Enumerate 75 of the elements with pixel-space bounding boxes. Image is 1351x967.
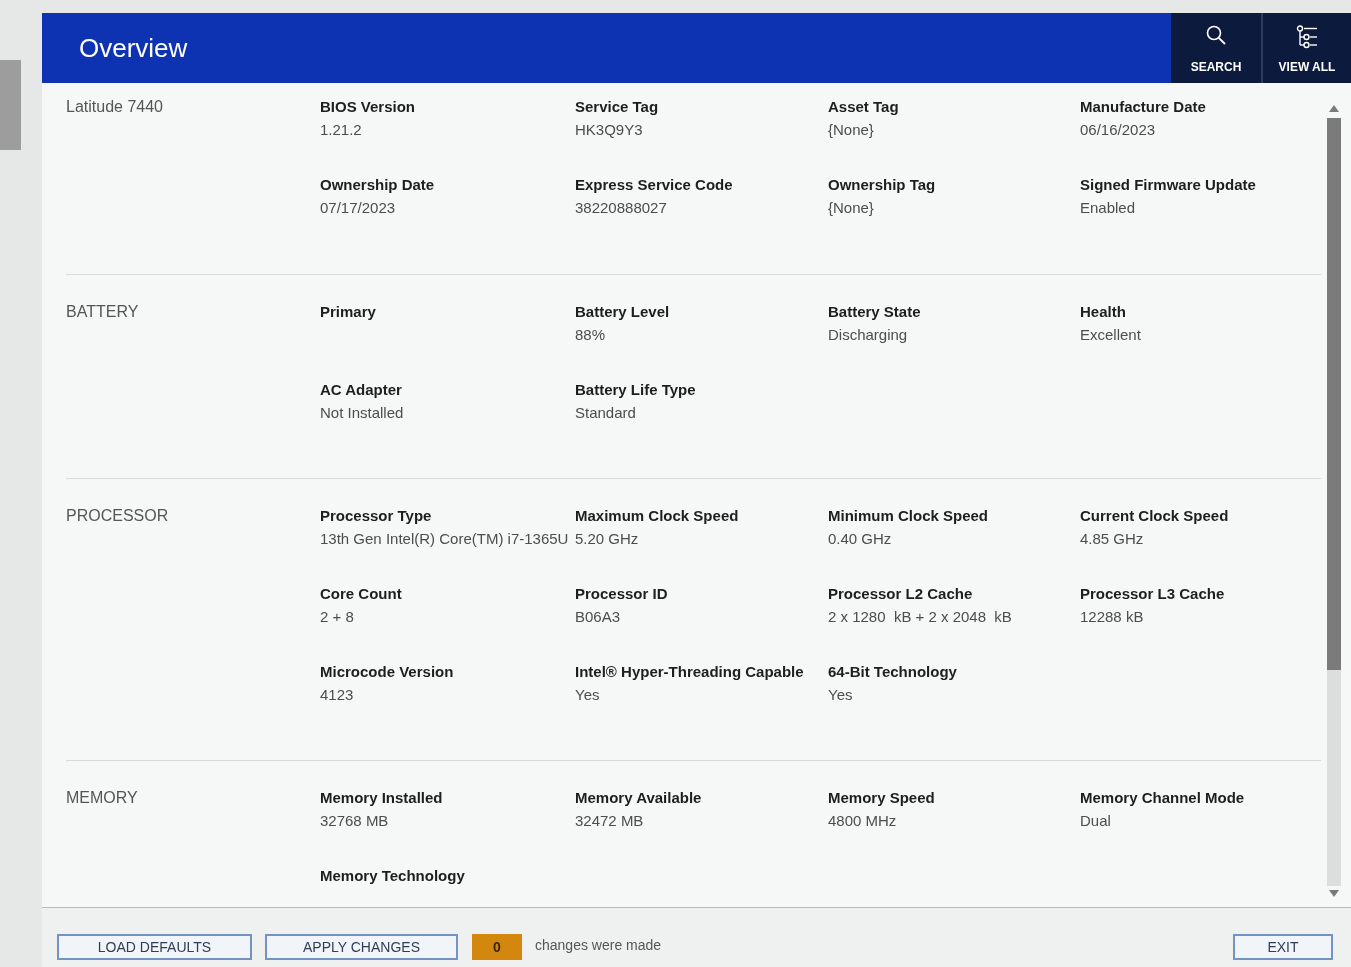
field-value: {None} xyxy=(828,198,874,218)
field-label: BIOS Version xyxy=(320,97,416,117)
scroll-down-icon[interactable] xyxy=(1328,890,1339,897)
field-label: Memory Technology xyxy=(320,866,465,886)
field-label: Memory Installed xyxy=(320,788,443,808)
field-label: Health xyxy=(1080,302,1126,322)
search-button[interactable]: SEARCH xyxy=(1171,13,1261,83)
view-all-button[interactable]: VIEW ALL xyxy=(1261,13,1351,83)
section-title: Latitude 7440 xyxy=(66,97,163,117)
section-title: MEMORY xyxy=(66,788,138,808)
field-value: 07/17/2023 xyxy=(320,198,396,218)
field-label: 64-Bit Technology xyxy=(828,662,957,682)
field-label: Microcode Version xyxy=(320,662,454,682)
field-label: Minimum Clock Speed xyxy=(828,506,989,526)
field-value: 4800 MHz xyxy=(828,811,897,831)
field-label: Core Count xyxy=(320,584,402,604)
field-value: {None} xyxy=(828,120,874,140)
field-label: Manufacture Date xyxy=(1080,97,1206,117)
scrollbar-thumb[interactable] xyxy=(1326,118,1341,670)
field-label: Primary xyxy=(320,302,376,322)
field-label: Intel® Hyper-Threading Capable xyxy=(575,662,804,682)
field-value: Not Installed xyxy=(320,403,404,423)
tree-list-icon xyxy=(1296,25,1318,49)
field-label: Battery Life Type xyxy=(575,380,696,400)
apply-changes-button[interactable]: APPLY CHANGES xyxy=(265,934,458,960)
field-value: 88% xyxy=(575,325,606,345)
field-label: Signed Firmware Update xyxy=(1080,175,1256,195)
section-title: PROCESSOR xyxy=(66,506,169,526)
field-label: Processor Type xyxy=(320,506,432,526)
page-title: Overview xyxy=(79,35,188,61)
field-label: Current Clock Speed xyxy=(1080,506,1229,526)
scroll-up-icon[interactable] xyxy=(1328,105,1339,112)
field-value: 4123 xyxy=(320,685,354,705)
field-label: Express Service Code xyxy=(575,175,733,195)
field-value: Yes xyxy=(575,685,600,705)
field-value: Standard xyxy=(575,403,636,423)
field-value: 1.21.2 xyxy=(320,120,362,140)
exit-button[interactable]: EXIT xyxy=(1233,934,1333,960)
field-label: Processor L3 Cache xyxy=(1080,584,1225,604)
field-value: Enabled xyxy=(1080,198,1136,218)
field-value: 38220888027 xyxy=(575,198,667,218)
field-value: 2 x 1280 kB + 2 x 2048 kB xyxy=(828,607,1012,627)
field-value: 5.20 GHz xyxy=(575,529,639,549)
field-value: 0.40 GHz xyxy=(828,529,892,549)
field-value: 32472 MB xyxy=(575,811,644,831)
field-value: 2 + 8 xyxy=(320,607,354,627)
field-label: Ownership Date xyxy=(320,175,435,195)
field-value: 12288 kB xyxy=(1080,607,1144,627)
field-value: Dual xyxy=(1080,811,1111,831)
change-status-text: changes were made xyxy=(535,936,662,955)
field-value: 4.85 GHz xyxy=(1080,529,1144,549)
change-count: 0 xyxy=(472,934,522,960)
field-label: Service Tag xyxy=(575,97,659,117)
field-label: Processor ID xyxy=(575,584,668,604)
field-value: Yes xyxy=(828,685,853,705)
field-value: B06A3 xyxy=(575,607,621,627)
field-value: Excellent xyxy=(1080,325,1141,345)
field-label: Memory Channel Mode xyxy=(1080,788,1245,808)
field-label: Processor L2 Cache xyxy=(828,584,973,604)
section-title: BATTERY xyxy=(66,302,139,322)
field-value: 06/16/2023 xyxy=(1080,120,1156,140)
field-label: Battery State xyxy=(828,302,921,322)
load-defaults-button[interactable]: LOAD DEFAULTS xyxy=(57,934,252,960)
field-value: Discharging xyxy=(828,325,908,345)
field-value: 32768 MB xyxy=(320,811,389,831)
field-value: 13th Gen Intel(R) Core(TM) i7-1365U xyxy=(320,529,569,549)
field-label: Memory Available xyxy=(575,788,702,808)
field-value: HK3Q9Y3 xyxy=(575,120,643,140)
field-label: Battery Level xyxy=(575,302,670,322)
field-label: Asset Tag xyxy=(828,97,899,117)
search-icon xyxy=(1206,25,1226,45)
field-label: Ownership Tag xyxy=(828,175,936,195)
field-label: Memory Speed xyxy=(828,788,935,808)
field-label: Maximum Clock Speed xyxy=(575,506,739,526)
field-label: AC Adapter xyxy=(320,380,402,400)
